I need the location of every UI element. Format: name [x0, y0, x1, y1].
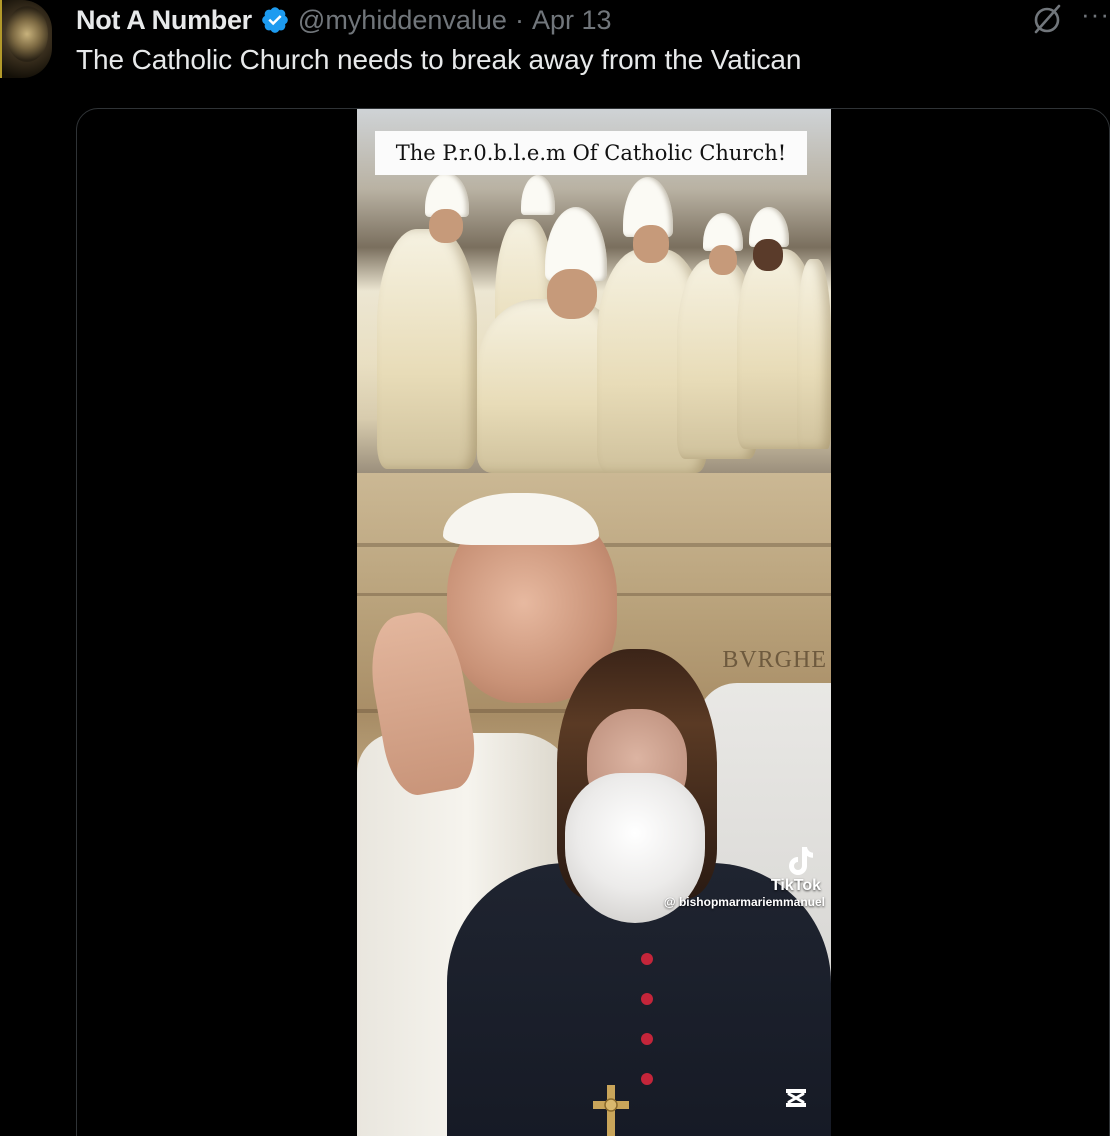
capcut-icon	[786, 1089, 806, 1107]
grok-icon[interactable]	[1029, 1, 1065, 37]
tweet[interactable]: Not A Number @myhiddenvalue · Apr 13 ···…	[0, 0, 1110, 1136]
tiktok-icon	[789, 847, 813, 875]
pectoral-cross-icon	[593, 1085, 629, 1136]
face	[753, 239, 783, 271]
display-name[interactable]: Not A Number	[76, 5, 252, 36]
face	[429, 209, 463, 243]
avatar[interactable]	[0, 0, 52, 78]
handle[interactable]: @myhiddenvalue	[298, 5, 507, 36]
cassock-button	[641, 1033, 653, 1045]
tweet-text: The Catholic Church needs to break away …	[76, 44, 802, 75]
top-actions: ···	[1029, 0, 1110, 38]
cassock-button	[641, 1073, 653, 1085]
portrait-scene: BVRGHE TikTok @ bishopmarmariemmanuel	[357, 473, 831, 1136]
verified-badge-icon[interactable]	[260, 5, 290, 35]
face	[547, 269, 597, 319]
avatar-stripe	[0, 0, 2, 78]
bishop-figure	[797, 259, 831, 449]
cassock-button	[641, 953, 653, 965]
tiktok-brand: TikTok	[770, 877, 821, 894]
lion-image	[6, 6, 48, 62]
mitre	[521, 175, 555, 215]
face	[709, 245, 737, 275]
separator: ·	[514, 4, 524, 35]
video-caption: The P.r.0.b.l.e.m Of Catholic Church!	[375, 131, 807, 175]
tiktok-username: @ bishopmarmariemmanuel	[663, 895, 825, 909]
video-frame[interactable]: The P.r.0.b.l.e.m Of Catholic Church! BV…	[357, 109, 831, 1136]
more-icon[interactable]: ···	[1081, 1, 1110, 27]
media-card[interactable]: The P.r.0.b.l.e.m Of Catholic Church! BV…	[76, 108, 1110, 1136]
face	[633, 225, 669, 263]
tiktok-watermark: TikTok @ bishopmarmariemmanuel	[664, 845, 825, 909]
procession-scene: The P.r.0.b.l.e.m Of Catholic Church!	[357, 109, 831, 473]
cassock-button	[641, 993, 653, 1005]
tweet-header: Not A Number @myhiddenvalue · Apr 13	[76, 2, 612, 38]
post-date[interactable]: Apr 13	[532, 5, 612, 36]
bishop-figure	[377, 229, 477, 469]
zucchetto	[443, 493, 599, 545]
facade-inscription: BVRGHE	[722, 647, 827, 673]
